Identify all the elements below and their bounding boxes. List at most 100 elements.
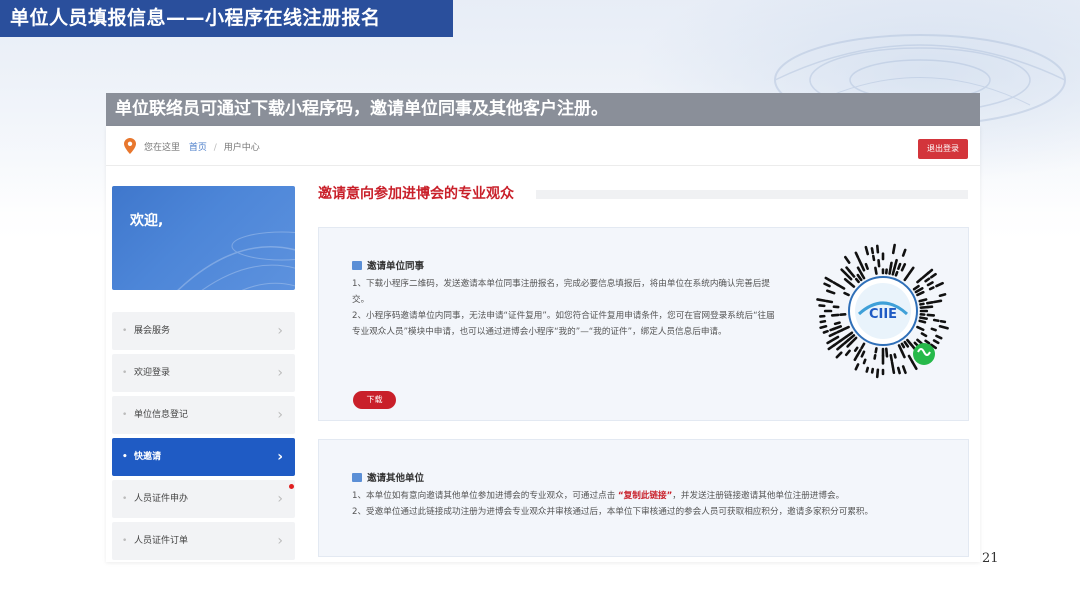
- qr-code-segment: [846, 341, 853, 348]
- section-title-divider: [536, 190, 968, 199]
- section-title: 邀请意向参加进博会的专业观众: [318, 186, 514, 202]
- qr-code-segment: [877, 259, 881, 268]
- qr-code-segment: [891, 367, 896, 374]
- invite-other-units-panel: 邀请其他单位 1、本单位如有意向邀请其他单位参加进博会的专业观众，可通过点击 “…: [318, 439, 969, 557]
- qr-code-segment: [918, 298, 928, 303]
- panel-heading-text: 邀请其他单位: [367, 473, 425, 484]
- qr-code-segment: [875, 368, 880, 379]
- welcome-card: 欢迎,: [112, 186, 295, 290]
- qr-code-segment: [894, 270, 899, 277]
- qr-code-segment: [900, 262, 907, 272]
- qr-code-segment: [843, 277, 850, 284]
- qr-code-segment: [916, 277, 923, 284]
- breadcrumb-home-link[interactable]: 首页: [189, 143, 207, 153]
- qr-code-segment: [932, 318, 940, 323]
- qr-code-segment: [874, 266, 878, 275]
- qr-code-segment: [865, 366, 870, 373]
- qr-code-segment: [874, 347, 878, 354]
- qr-code-segment: [856, 273, 863, 282]
- mini-program-qr-code: CIIE: [816, 243, 949, 379]
- qr-code-segment: [889, 354, 894, 362]
- download-button[interactable]: 下载: [353, 391, 396, 409]
- chevron-right-icon: ›: [277, 365, 283, 381]
- sidebar-item-label: 人员证件申办: [134, 494, 189, 504]
- qr-code-segment: [926, 300, 934, 305]
- qr-code-segment: [854, 251, 860, 259]
- qr-code-segment: [843, 291, 850, 297]
- bullet-icon: •: [122, 368, 128, 378]
- sidebar-item-badge-orders[interactable]: • 人员证件订单 ›: [112, 522, 295, 560]
- qr-code-segment: [903, 340, 910, 348]
- qr-code-segment: [845, 266, 851, 273]
- qr-code-segment: [920, 332, 928, 338]
- chevron-right-icon: ›: [277, 533, 283, 549]
- sidebar-item-label: 展会服务: [134, 326, 171, 336]
- invite-colleagues-panel: 邀请单位同事 1、下载小程序二维码，发送邀请本单位同事注册报名，完成必要信息填报…: [318, 227, 969, 421]
- qr-code-segment: [932, 339, 940, 345]
- mini-program-icon: [913, 343, 935, 365]
- sidebar-item-quick-invite[interactable]: • 快邀请 ›: [112, 438, 295, 476]
- panel-heading: 邀请其他单位: [352, 470, 424, 484]
- qr-code-segment: [889, 261, 893, 268]
- qr-code-segment: [914, 287, 924, 294]
- qr-code-segment: [832, 281, 840, 287]
- notification-dot: [289, 484, 294, 489]
- qr-code-segment: [870, 367, 875, 374]
- chevron-right-icon: ›: [277, 407, 283, 423]
- qr-code-segment: [911, 360, 918, 371]
- qr-code-segment: [916, 338, 923, 345]
- qr-code-segment: [930, 327, 937, 332]
- qr-logo-text: CIIE: [869, 307, 897, 322]
- qr-code-segment: [903, 273, 910, 282]
- qr-code-segment: [897, 262, 902, 271]
- sidebar-item-badge-application[interactable]: • 人员证件申办 ›: [112, 480, 295, 518]
- qr-code-segment: [862, 358, 867, 365]
- qr-code-segment: [919, 316, 928, 320]
- qr-code-segment: [853, 354, 859, 362]
- qr-code-segment: [830, 313, 840, 317]
- qr-code-segment: [873, 354, 877, 360]
- qr-code-segment: [932, 299, 943, 304]
- qr-code-segment: [916, 325, 925, 332]
- qr-code-segment: [900, 342, 906, 349]
- qr-code-segment: [816, 298, 827, 303]
- location-label: 您在这里: [144, 143, 181, 153]
- description-line: 2、小程序码邀请单位内同事，无法申请“证件复用”。如您符合证件复用申请条件，您可…: [352, 311, 775, 337]
- qr-code-segment: [823, 282, 831, 288]
- qr-code-segment: [854, 277, 860, 284]
- qr-code-segment: [840, 268, 848, 276]
- qr-code-segment: [870, 247, 875, 255]
- qr-code-segment: [938, 324, 949, 330]
- qr-code-segment: [872, 254, 876, 262]
- breadcrumb: 您在这里 首页 / 用户中心: [144, 140, 260, 153]
- qr-code-segment: [864, 245, 870, 256]
- qr-code-segment: [857, 257, 863, 266]
- sidebar-item-label: 单位信息登记: [134, 410, 189, 420]
- qr-code-segment: [900, 350, 906, 359]
- sidebar-menu: • 展会服务 › • 欢迎登录 › • 单位信息登记 › • 快邀请 › • 人…: [112, 312, 295, 564]
- slide-title: 单位人员填报信息——小程序在线注册报名: [0, 0, 453, 37]
- qr-code-segment: [855, 348, 862, 357]
- sidebar-item-welcome-login[interactable]: • 欢迎登录 ›: [112, 354, 295, 392]
- qr-code-segment: [918, 319, 927, 324]
- qr-code-segment: [906, 338, 913, 347]
- qr-code-segment: [901, 248, 907, 257]
- qr-code-segment: [924, 339, 931, 345]
- briefcase-icon: [352, 473, 362, 482]
- breadcrumb-current: 用户中心: [223, 143, 260, 153]
- logout-button[interactable]: 退出登录: [918, 139, 968, 159]
- bullet-icon: •: [122, 494, 128, 504]
- qr-code-segment: [831, 335, 840, 342]
- copy-link-button[interactable]: “复制此链接”: [618, 491, 672, 501]
- bullet-icon: •: [122, 536, 128, 546]
- description-line: 1、下载小程序二维码，发送邀请本单位同事注册报名，完成必要信息填报后，将由单位在…: [352, 279, 770, 305]
- panel-heading-text: 邀请单位同事: [367, 261, 425, 272]
- qr-code-segment: [901, 365, 907, 375]
- qr-code-segment: [848, 281, 856, 288]
- qr-code-segment: [856, 266, 862, 274]
- sidebar-item-exhibition-service[interactable]: • 展会服务 ›: [112, 312, 295, 350]
- qr-code-segment: [885, 347, 889, 358]
- sidebar-item-unit-info[interactable]: • 单位信息登记 ›: [112, 396, 295, 434]
- qr-code-segment: [843, 338, 850, 345]
- qr-code-segment: [926, 313, 936, 317]
